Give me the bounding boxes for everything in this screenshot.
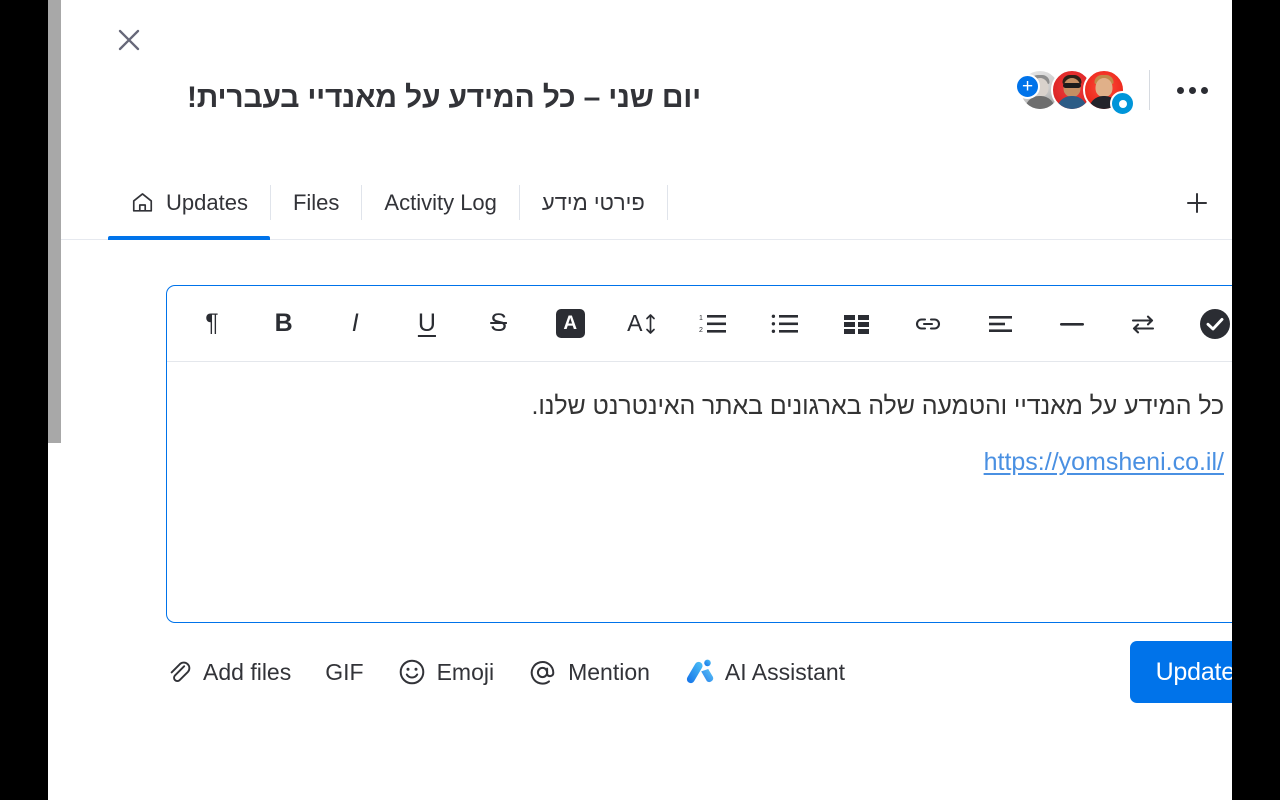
plus-icon: [1187, 192, 1207, 213]
tab-activity-log[interactable]: Activity Log: [362, 166, 519, 239]
tab-files[interactable]: Files: [271, 166, 361, 239]
tab-item-details[interactable]: פירטי מידע: [520, 166, 667, 239]
ai-sparkle-icon: [686, 659, 714, 684]
link-icon: [916, 317, 941, 330]
eye-icon: [1118, 99, 1127, 108]
pilcrow-icon: ¶: [205, 309, 219, 337]
font-size-icon: A: [627, 312, 656, 336]
svg-text:1: 1: [699, 315, 703, 322]
tab-label: Activity Log: [384, 189, 497, 215]
avatar-group[interactable]: +: [1015, 62, 1135, 118]
underline-button[interactable]: U: [404, 301, 450, 347]
update-link[interactable]: https://yomsheni.co.il/: [984, 448, 1224, 476]
link-button[interactable]: [905, 301, 951, 347]
editor-content-area[interactable]: כל המידע על מאנדיי והטמעה שלה בארגונים ב…: [167, 362, 1232, 477]
tab-label: Files: [292, 189, 340, 215]
more-horizontal-icon: [1200, 86, 1208, 94]
text-direction-icon: [1132, 315, 1155, 333]
horizontal-rule-icon: [1059, 322, 1084, 326]
strikethrough-button[interactable]: S: [476, 301, 522, 347]
bullet-list-icon: [771, 314, 799, 333]
font-size-button[interactable]: A: [619, 301, 665, 347]
at-icon: [530, 660, 555, 685]
strikethrough-icon: S: [490, 309, 507, 337]
tab-divider: [666, 185, 668, 220]
ai-assistant-button[interactable]: AI Assistant: [684, 657, 845, 687]
table-button[interactable]: [834, 301, 880, 347]
add-tab-button[interactable]: [1162, 166, 1232, 239]
horizontal-rule-button[interactable]: [1049, 301, 1095, 347]
mention-button[interactable]: Mention: [528, 658, 650, 687]
watch-status-badge[interactable]: [1110, 91, 1135, 116]
update-button[interactable]: Update: [1129, 641, 1232, 703]
italic-button[interactable]: I: [332, 301, 378, 347]
add-files-button[interactable]: Add files: [166, 659, 291, 686]
align-left-icon: [988, 315, 1012, 332]
checkmark-button[interactable]: [1192, 301, 1232, 347]
update-editor[interactable]: ¶ B I U S A A 1 2 כל המידע על מאנדיי והט…: [166, 285, 1232, 623]
gif-label: GIF: [325, 658, 364, 685]
close-icon: [118, 29, 140, 51]
page-title: יום שני – כל המידע על מאנדיי בעברית!: [186, 81, 701, 114]
paperclip-icon: [170, 661, 191, 682]
smiley-icon: [399, 659, 424, 685]
add-files-label: Add files: [203, 658, 292, 685]
numbered-list-icon: 1 2: [699, 314, 727, 334]
tab-updates[interactable]: Updates: [108, 166, 270, 240]
mention-label: Mention: [568, 658, 650, 685]
tab-label: פירטי מידע: [541, 189, 645, 215]
screen-root: יום שני – כל המידע על מאנדיי בעברית! + U…: [0, 0, 1280, 800]
more-horizontal-icon: [1188, 86, 1196, 94]
italic-icon: I: [351, 309, 359, 337]
tab-label: Updates: [166, 189, 248, 215]
underline-icon: U: [417, 309, 436, 337]
more-options-button[interactable]: [1170, 68, 1214, 112]
editor-toolbar: ¶ B I U S A A 1 2: [167, 286, 1232, 362]
item-detail-panel: יום שני – כל המידע על מאנדיי בעברית! + U…: [61, 0, 1232, 800]
page-scrollbar-thumb[interactable]: [48, 0, 61, 443]
bold-icon: B: [274, 309, 293, 337]
close-panel-button[interactable]: [108, 19, 150, 61]
header-divider: [1149, 70, 1150, 110]
home-icon: [132, 193, 153, 212]
paragraph-style-button[interactable]: ¶: [189, 301, 235, 347]
editor-action-bar: Add files GIF Emoji Mention AI Assistant…: [166, 637, 1232, 707]
align-button[interactable]: [977, 301, 1023, 347]
emoji-label: Emoji: [436, 658, 495, 685]
bullet-list-button[interactable]: [762, 301, 808, 347]
text-color-icon: A: [555, 309, 585, 338]
text-direction-button[interactable]: [1120, 301, 1166, 347]
check-circle-filled-icon: [1199, 308, 1230, 339]
emoji-button[interactable]: Emoji: [398, 658, 495, 686]
text-color-button[interactable]: A: [547, 301, 593, 347]
tab-bar: Updates Files Activity Log פירטי מידע: [61, 166, 1232, 240]
letterbox-right: [1232, 0, 1280, 800]
more-horizontal-icon: [1176, 86, 1184, 94]
svg-text:2: 2: [699, 327, 703, 334]
table-icon: [844, 314, 870, 334]
tab-list: Updates Files Activity Log פירטי מידע: [61, 166, 668, 240]
update-link-line: https://yomsheni.co.il/: [203, 448, 1224, 477]
bold-button[interactable]: B: [261, 301, 307, 347]
ai-assistant-label: AI Assistant: [724, 658, 846, 685]
header-right-cluster: +: [1015, 62, 1214, 118]
letterbox-left: [0, 0, 48, 800]
add-member-button[interactable]: +: [1015, 74, 1040, 99]
update-body-text: כל המידע על מאנדיי והטמעה שלה בארגונים ב…: [531, 392, 1224, 420]
gif-button[interactable]: GIF: [325, 659, 363, 686]
numbered-list-button[interactable]: 1 2: [690, 301, 736, 347]
